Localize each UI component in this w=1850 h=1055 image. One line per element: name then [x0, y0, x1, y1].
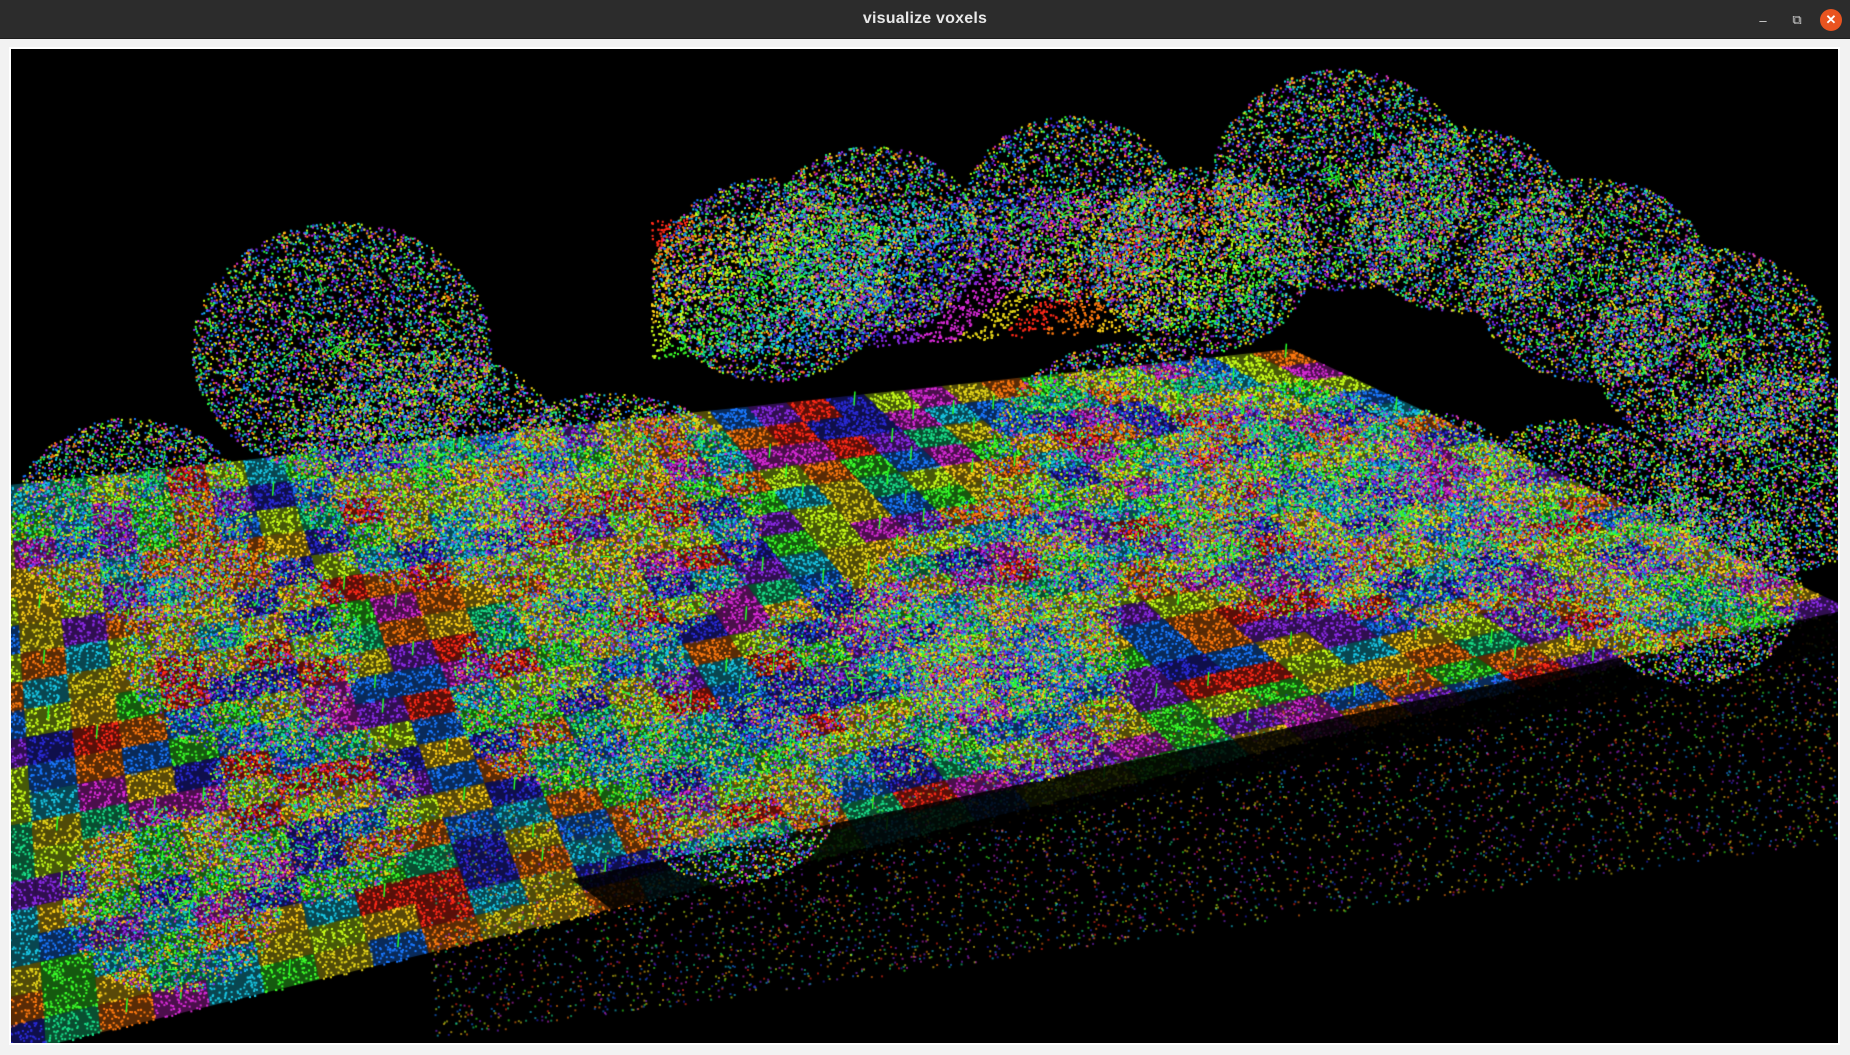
restore-icon: ⧉ [1792, 12, 1802, 27]
title-bar[interactable]: visualize voxels – ⧉ ✕ [0, 0, 1850, 39]
point-cloud-canvas[interactable] [11, 49, 1838, 1043]
close-button[interactable]: ✕ [1820, 9, 1842, 31]
3d-viewport[interactable] [11, 49, 1838, 1043]
minimize-icon: – [1759, 12, 1767, 28]
minimize-button[interactable]: – [1752, 9, 1774, 31]
window-title: visualize voxels [862, 10, 988, 27]
close-icon: ✕ [1825, 12, 1837, 27]
app-window: visualize voxels – ⧉ ✕ [0, 0, 1850, 1055]
restore-button[interactable]: ⧉ [1786, 9, 1808, 31]
